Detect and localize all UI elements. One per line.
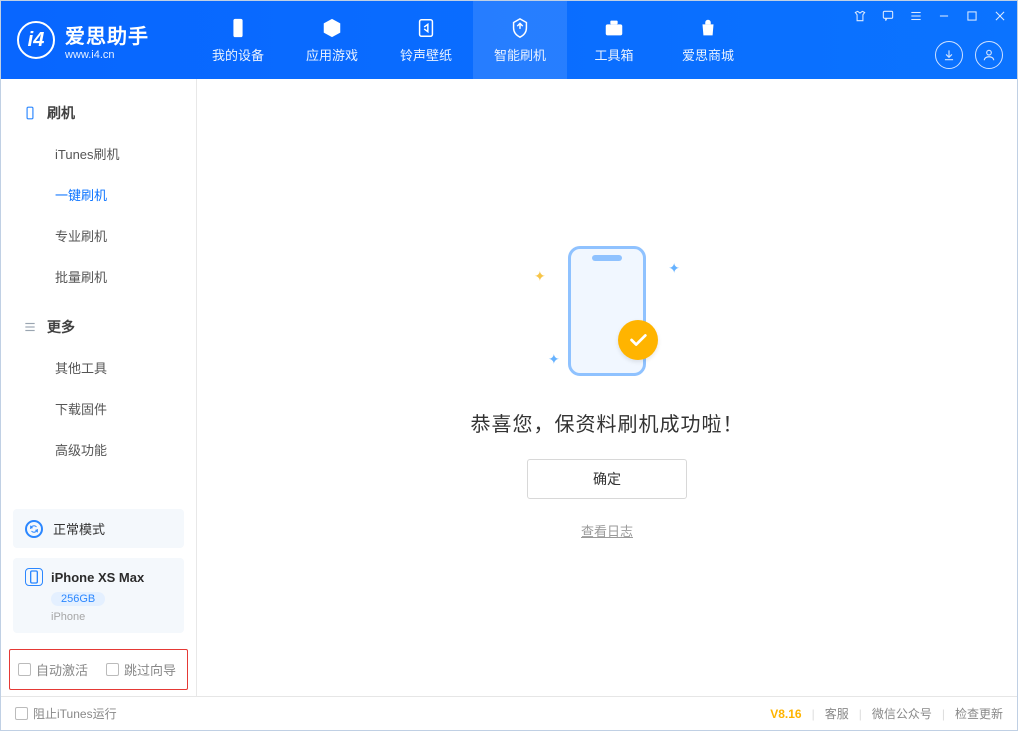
sidebar-group-flash: 刷机	[1, 93, 196, 133]
nav-tab-label: 应用游戏	[306, 45, 358, 64]
sidebar-group-title: 更多	[47, 317, 75, 337]
refresh-icon	[25, 520, 43, 538]
nav-tabs: 我的设备 应用游戏 铃声壁纸 智能刷机 工具箱 爱思商城	[191, 1, 755, 79]
checkbox-auto-activate[interactable]: 自动激活	[18, 660, 88, 679]
menu-icon[interactable]	[907, 7, 925, 25]
nav-tab-apps[interactable]: 应用游戏	[285, 1, 379, 79]
nav-tab-label: 铃声壁纸	[400, 45, 452, 64]
toolbox-icon	[603, 17, 625, 39]
nav-tab-label: 爱思商城	[682, 45, 734, 64]
separator: |	[812, 707, 815, 721]
header-right-icons	[935, 41, 1003, 69]
sidebar-item-download-firmware[interactable]: 下载固件	[1, 388, 196, 429]
device-capacity: 256GB	[51, 592, 105, 606]
nav-tab-device[interactable]: 我的设备	[191, 1, 285, 79]
store-icon	[697, 17, 719, 39]
check-badge-icon	[618, 320, 658, 360]
view-log-link[interactable]: 查看日志	[581, 521, 633, 540]
app-url: www.i4.cn	[65, 49, 149, 61]
app-logo: i4 爱思助手 www.i4.cn	[1, 20, 191, 61]
nav-tab-label: 我的设备	[212, 45, 264, 64]
sidebar-item-oneclick-flash[interactable]: 一键刷机	[1, 174, 196, 215]
success-illustration: ✦ ✦ ✦	[522, 236, 692, 386]
footer-link-wechat[interactable]: 微信公众号	[872, 705, 932, 722]
device-type: iPhone	[51, 611, 172, 623]
footer: 阻止iTunes运行 V8.16 | 客服 | 微信公众号 | 检查更新	[1, 696, 1017, 730]
checkbox-block-itunes[interactable]: 阻止iTunes运行	[15, 705, 117, 722]
checkbox-label: 跳过向导	[124, 660, 176, 679]
window-controls	[851, 7, 1009, 25]
maximize-button[interactable]	[963, 7, 981, 25]
sparkle-icon: ✦	[534, 268, 546, 285]
nav-tab-store[interactable]: 爱思商城	[661, 1, 755, 79]
nav-tab-label: 智能刷机	[494, 45, 546, 64]
device-icon	[227, 17, 249, 39]
logo-icon: i4	[17, 21, 55, 59]
nav-tab-toolbox[interactable]: 工具箱	[567, 1, 661, 79]
sidebar: 刷机 iTunes刷机 一键刷机 专业刷机 批量刷机 更多 其他工具 下载固件 …	[1, 79, 197, 696]
mode-label: 正常模式	[53, 519, 105, 538]
success-message: 恭喜您，保资料刷机成功啦！	[471, 408, 744, 437]
sparkle-icon: ✦	[668, 260, 680, 277]
checkbox-box	[106, 663, 119, 676]
main-content: ✦ ✦ ✦ 恭喜您，保资料刷机成功啦！ 确定 查看日志	[197, 79, 1017, 696]
nav-tab-label: 工具箱	[594, 45, 633, 64]
nav-tab-ringtone[interactable]: 铃声壁纸	[379, 1, 473, 79]
sidebar-item-advanced[interactable]: 高级功能	[1, 429, 196, 470]
nav-tab-flash[interactable]: 智能刷机	[473, 1, 567, 79]
shirt-icon[interactable]	[851, 7, 869, 25]
app-name: 爱思助手	[65, 20, 149, 49]
footer-link-update[interactable]: 检查更新	[955, 705, 1003, 722]
footer-link-support[interactable]: 客服	[825, 705, 849, 722]
checkbox-skip-guide[interactable]: 跳过向导	[106, 660, 176, 679]
separator: |	[859, 707, 862, 721]
body: 刷机 iTunes刷机 一键刷机 专业刷机 批量刷机 更多 其他工具 下载固件 …	[1, 79, 1017, 696]
separator: |	[942, 707, 945, 721]
sidebar-item-itunes-flash[interactable]: iTunes刷机	[1, 133, 196, 174]
sidebar-item-other-tools[interactable]: 其他工具	[1, 347, 196, 388]
checkbox-label: 自动激活	[36, 660, 88, 679]
minimize-button[interactable]	[935, 7, 953, 25]
app-header: i4 爱思助手 www.i4.cn 我的设备 应用游戏 铃声壁纸 智能刷机 工具…	[1, 1, 1017, 79]
device-small-icon	[25, 568, 43, 586]
close-button[interactable]	[991, 7, 1009, 25]
user-icon[interactable]	[975, 41, 1003, 69]
version-label: V8.16	[770, 707, 801, 721]
mode-card[interactable]: 正常模式	[13, 509, 184, 548]
ringtone-icon	[415, 17, 437, 39]
sparkle-icon: ✦	[548, 351, 560, 368]
phone-icon	[23, 106, 37, 120]
flash-options-highlighted: 自动激活 跳过向导	[9, 649, 188, 690]
confirm-button[interactable]: 确定	[527, 459, 687, 499]
device-name: iPhone XS Max	[51, 570, 144, 585]
download-icon[interactable]	[935, 41, 963, 69]
checkbox-box	[15, 707, 28, 720]
checkbox-box	[18, 663, 31, 676]
feedback-icon[interactable]	[879, 7, 897, 25]
sidebar-item-pro-flash[interactable]: 专业刷机	[1, 215, 196, 256]
device-card[interactable]: iPhone XS Max 256GB iPhone	[13, 558, 184, 633]
sidebar-group-more: 更多	[1, 307, 196, 347]
checkbox-label: 阻止iTunes运行	[33, 705, 117, 722]
sidebar-item-batch-flash[interactable]: 批量刷机	[1, 256, 196, 297]
sidebar-group-title: 刷机	[47, 103, 75, 123]
apps-icon	[321, 17, 343, 39]
menu-icon	[23, 320, 37, 334]
flash-icon	[509, 17, 531, 39]
